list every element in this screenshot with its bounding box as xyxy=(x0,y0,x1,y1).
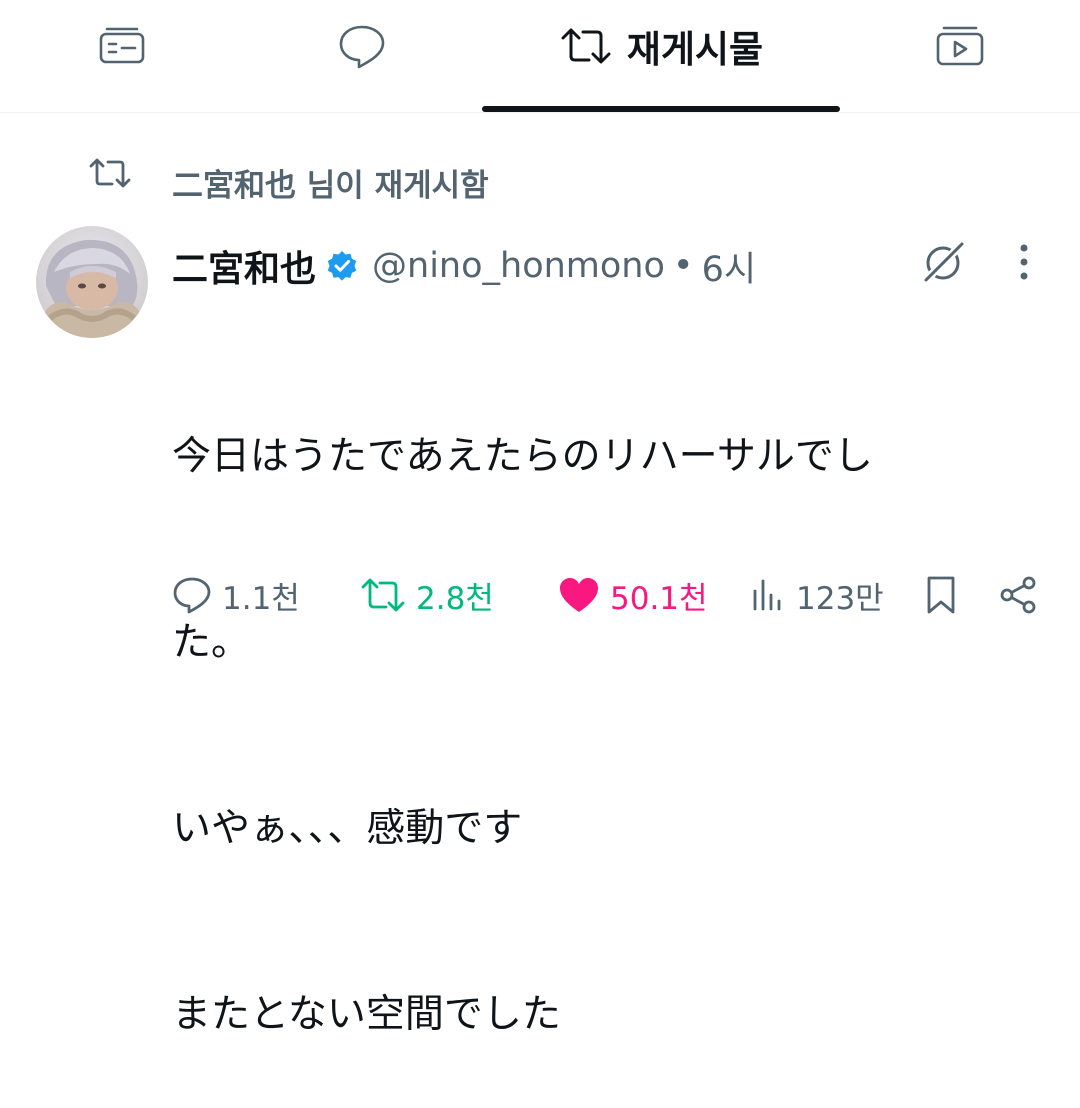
avatar[interactable] xyxy=(36,226,148,338)
post-header: 二宮和也 @nino_honmono • 6시 xyxy=(172,238,756,294)
repost-icon xyxy=(89,158,131,188)
post-text-line: 今日はうたであえたらのリハーサルでし xyxy=(172,434,873,479)
grok-icon[interactable] xyxy=(918,238,968,288)
post-text-line: た。 xyxy=(172,620,251,665)
views-chart-icon xyxy=(753,579,781,611)
repost-icon xyxy=(561,28,611,64)
post-time[interactable]: 6시 xyxy=(702,241,756,292)
author-handle[interactable]: @nino_honmono xyxy=(372,246,665,286)
reply-bubble-icon xyxy=(339,25,385,69)
repost-notice-text: 二宮和也 님이 재게시함 xyxy=(172,168,489,204)
repost-notice[interactable]: 二宮和也 님이 재게시함 xyxy=(88,156,489,204)
profile-tabs: 재게시물 xyxy=(0,0,1080,113)
post-actions: 1.1천 2.8천 50.1천 123만 xyxy=(172,570,1052,620)
posts-card-icon xyxy=(99,27,145,64)
repost-icon xyxy=(361,578,405,612)
tab-reposts[interactable]: 재게시물 xyxy=(482,0,840,112)
reply-button[interactable]: 1.1천 xyxy=(172,570,300,620)
tab-media[interactable] xyxy=(900,0,1020,112)
like-count: 50.1천 xyxy=(610,580,708,617)
post-text-line: またとない空間でした xyxy=(172,992,561,1037)
tab-posts[interactable] xyxy=(62,0,182,112)
post-text-line: いやぁ、、、感動です xyxy=(172,806,523,851)
post-text: 今日はうたであえたらのリハーサルでし た。 いやぁ、、、感動です またとない空間… xyxy=(172,302,992,1108)
bookmark-button[interactable] xyxy=(924,570,958,620)
heart-filled-icon xyxy=(560,578,598,612)
active-tab-indicator xyxy=(482,106,840,112)
avatar-image xyxy=(36,226,148,338)
share-icon xyxy=(1000,576,1036,614)
media-play-icon xyxy=(936,26,984,66)
verified-badge-icon xyxy=(327,251,357,281)
share-button[interactable] xyxy=(998,570,1038,620)
more-options-icon[interactable] xyxy=(1006,240,1042,284)
author-name[interactable]: 二宮和也 xyxy=(172,240,316,292)
repost-count: 2.8천 xyxy=(416,580,494,617)
views-count: 123만 xyxy=(796,580,884,617)
separator-dot: • xyxy=(672,246,694,286)
views-button[interactable]: 123만 xyxy=(750,570,884,620)
reply-icon xyxy=(173,577,211,614)
repost-button[interactable]: 2.8천 xyxy=(360,570,494,620)
tab-replies[interactable] xyxy=(302,0,422,112)
bookmark-icon xyxy=(927,576,955,614)
tab-reposts-label: 재게시물 xyxy=(626,28,764,71)
like-button[interactable]: 50.1천 xyxy=(558,570,708,620)
reply-count: 1.1천 xyxy=(222,580,300,617)
